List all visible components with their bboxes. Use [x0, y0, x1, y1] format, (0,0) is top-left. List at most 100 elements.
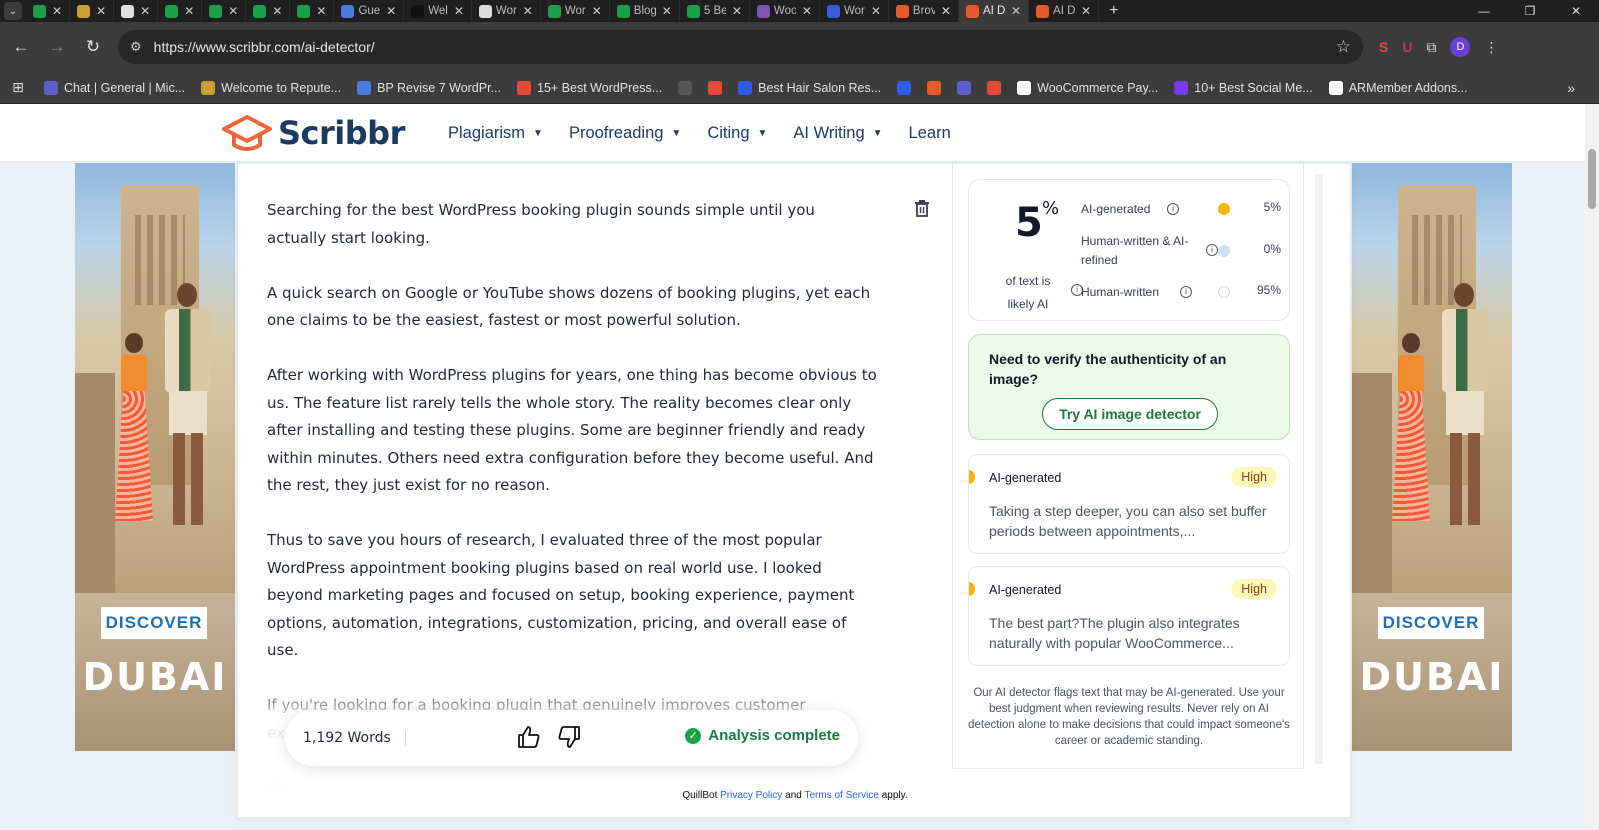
tab-close-icon[interactable]: ✕ [140, 4, 150, 18]
browser-tab[interactable]: Woo ✕ [750, 0, 820, 22]
bookmark-item[interactable]: WooCommerce Pay... [1009, 80, 1166, 95]
editor-paragraph[interactable]: A quick search on Google or YouTube show… [267, 280, 877, 335]
info-icon[interactable]: i [1180, 286, 1192, 298]
back-icon[interactable]: ← [6, 32, 36, 62]
browser-tab[interactable]: Wor ✕ [820, 0, 889, 22]
text-editor[interactable]: Searching for the best WordPress booking… [238, 164, 952, 794]
url-text[interactable]: https://www.scribbr.com/ai-detector/ [154, 39, 375, 55]
thumbs-down-icon[interactable] [556, 724, 582, 750]
browser-tab[interactable]: ✕ [202, 0, 247, 22]
try-image-detector-button[interactable]: Try AI image detector [1042, 398, 1218, 430]
browser-tab[interactable]: ✕ [70, 0, 115, 22]
site-settings-icon[interactable]: ⚙ [130, 39, 142, 55]
tab-close-icon[interactable]: ✕ [228, 4, 238, 18]
bookmark-item[interactable]: Best Hair Salon Res... [730, 80, 889, 95]
editor-paragraph[interactable]: Searching for the best WordPress booking… [267, 197, 877, 252]
nav-item[interactable]: AI Writing ▼ [793, 124, 882, 143]
tab-close-icon[interactable]: ✕ [96, 4, 106, 18]
page-scrollbar[interactable] [1585, 104, 1599, 830]
tab-close-icon[interactable]: ✕ [592, 4, 602, 18]
browser-tab[interactable]: 5 Be ✕ [680, 0, 750, 22]
bookmark-item[interactable]: 10+ Best Social Me... [1166, 80, 1320, 95]
nav-item[interactable]: Proofreading ▼ [569, 124, 681, 143]
flagged-passage-card[interactable]: AI-generated High The best part?The plugin… [968, 566, 1290, 666]
bookmark-item[interactable] [670, 80, 700, 95]
restore-icon[interactable]: ❐ [1507, 0, 1553, 22]
privacy-policy-link[interactable]: Privacy Policy [720, 790, 782, 801]
ad-discover-button[interactable]: DISCOVER [1378, 607, 1484, 639]
trash-icon[interactable] [913, 199, 931, 217]
puzzle-icon[interactable]: ⧉ [1426, 39, 1436, 56]
tab-close-icon[interactable]: ✕ [386, 4, 396, 18]
ad-banner-left[interactable]: DISCOVER DUBAI [75, 163, 235, 751]
browser-tab[interactable]: ✕ [158, 0, 203, 22]
bookmark-item[interactable]: Welcome to Repute... [193, 80, 349, 95]
profile-avatar[interactable]: D [1450, 37, 1471, 57]
tab-close-icon[interactable]: ✕ [802, 4, 812, 18]
bookmark-star-icon[interactable]: ☆ [1336, 37, 1351, 57]
scrollbar-thumb[interactable] [1588, 149, 1596, 209]
tab-close-icon[interactable]: ✕ [454, 4, 464, 18]
bookmark-item[interactable] [889, 80, 919, 95]
info-icon[interactable]: i [1167, 203, 1179, 215]
bookmark-item[interactable]: Chat | General | Mic... [36, 80, 193, 95]
tab-close-icon[interactable]: ✕ [52, 4, 62, 18]
nav-item[interactable]: Learn [909, 124, 951, 143]
browser-tab[interactable]: ✕ [246, 0, 291, 22]
bookmark-item[interactable] [700, 80, 730, 95]
bookmark-favicon-icon [708, 80, 723, 95]
nav-item[interactable]: Plagiarism ▼ [448, 124, 543, 143]
seo-extension-icon[interactable]: S [1379, 39, 1388, 55]
flagged-passage-card[interactable]: AI-generated High Taking a step deeper, yo… [968, 454, 1290, 554]
tab-close-icon[interactable]: ✕ [662, 4, 672, 18]
bookmark-item[interactable] [919, 80, 949, 95]
browser-tab[interactable]: Gue ✕ [334, 0, 405, 22]
bookmark-item[interactable] [979, 80, 1009, 95]
nav-item[interactable]: Citing ▼ [707, 124, 767, 143]
reload-icon[interactable]: ↻ [78, 32, 108, 62]
bookmark-item[interactable]: ARMember Addons... [1321, 80, 1476, 95]
browser-tab[interactable]: Wor ✕ [472, 0, 541, 22]
browser-tab[interactable]: Wor ✕ [541, 0, 610, 22]
editor-paragraph[interactable]: Thus to save you hours of research, I ev… [267, 527, 877, 665]
minimize-icon[interactable]: — [1461, 0, 1507, 22]
tab-search-button[interactable]: ⌄ [0, 0, 26, 22]
browser-tab[interactable]: Wel ✕ [404, 0, 472, 22]
more-menu-icon[interactable]: ⋮ [1484, 39, 1498, 56]
tab-close-icon[interactable]: ✕ [316, 4, 326, 18]
apps-grid-icon[interactable]: ⊞ [0, 79, 36, 96]
bookmark-favicon-icon [517, 80, 531, 95]
browser-tab[interactable]: ✕ [114, 0, 159, 22]
tab-close-icon[interactable]: ✕ [1011, 4, 1021, 18]
new-tab-button[interactable]: + [1099, 2, 1128, 20]
sidebar-scrollbar[interactable] [1315, 174, 1323, 764]
info-icon[interactable]: i [1206, 244, 1218, 256]
tab-close-icon[interactable]: ✕ [941, 4, 951, 18]
tab-close-icon[interactable]: ✕ [732, 4, 742, 18]
browser-tab[interactable]: AI D ✕ [958, 0, 1030, 22]
ad-banner-right[interactable]: DISCOVER DUBAI [1352, 163, 1512, 751]
thumbs-up-icon[interactable] [516, 724, 542, 750]
address-bar[interactable]: ⚙ https://www.scribbr.com/ai-detector/ ☆ [118, 30, 1363, 64]
browser-tab[interactable]: Brov ✕ [889, 0, 959, 22]
ad-discover-button[interactable]: DISCOVER [101, 607, 207, 639]
bookmark-item[interactable]: BP Revise 7 WordPr... [349, 80, 509, 95]
browser-tab[interactable]: ✕ [290, 0, 335, 22]
site-logo[interactable]: Scribbr [222, 113, 405, 153]
tab-close-icon[interactable]: ✕ [184, 4, 194, 18]
tab-close-icon[interactable]: ✕ [1081, 4, 1091, 18]
close-window-icon[interactable]: ✕ [1553, 0, 1599, 22]
bookmark-item[interactable] [949, 80, 979, 95]
editor-paragraph[interactable]: After working with WordPress plugins for… [267, 362, 877, 500]
tab-close-icon[interactable]: ✕ [523, 4, 533, 18]
tab-close-icon[interactable]: ✕ [871, 4, 881, 18]
more-bookmarks-icon[interactable]: » [1567, 80, 1575, 96]
browser-tab[interactable]: Blog ✕ [610, 0, 680, 22]
browser-tab[interactable]: AI D ✕ [1029, 0, 1100, 22]
terms-link[interactable]: Terms of Service [804, 790, 878, 801]
tab-close-icon[interactable]: ✕ [272, 4, 282, 18]
forward-icon[interactable]: → [42, 32, 72, 62]
bookmark-item[interactable]: 15+ Best WordPress... [509, 80, 670, 95]
browser-tab[interactable]: ✕ [26, 0, 71, 22]
shield-extension-icon[interactable]: U [1402, 39, 1412, 55]
